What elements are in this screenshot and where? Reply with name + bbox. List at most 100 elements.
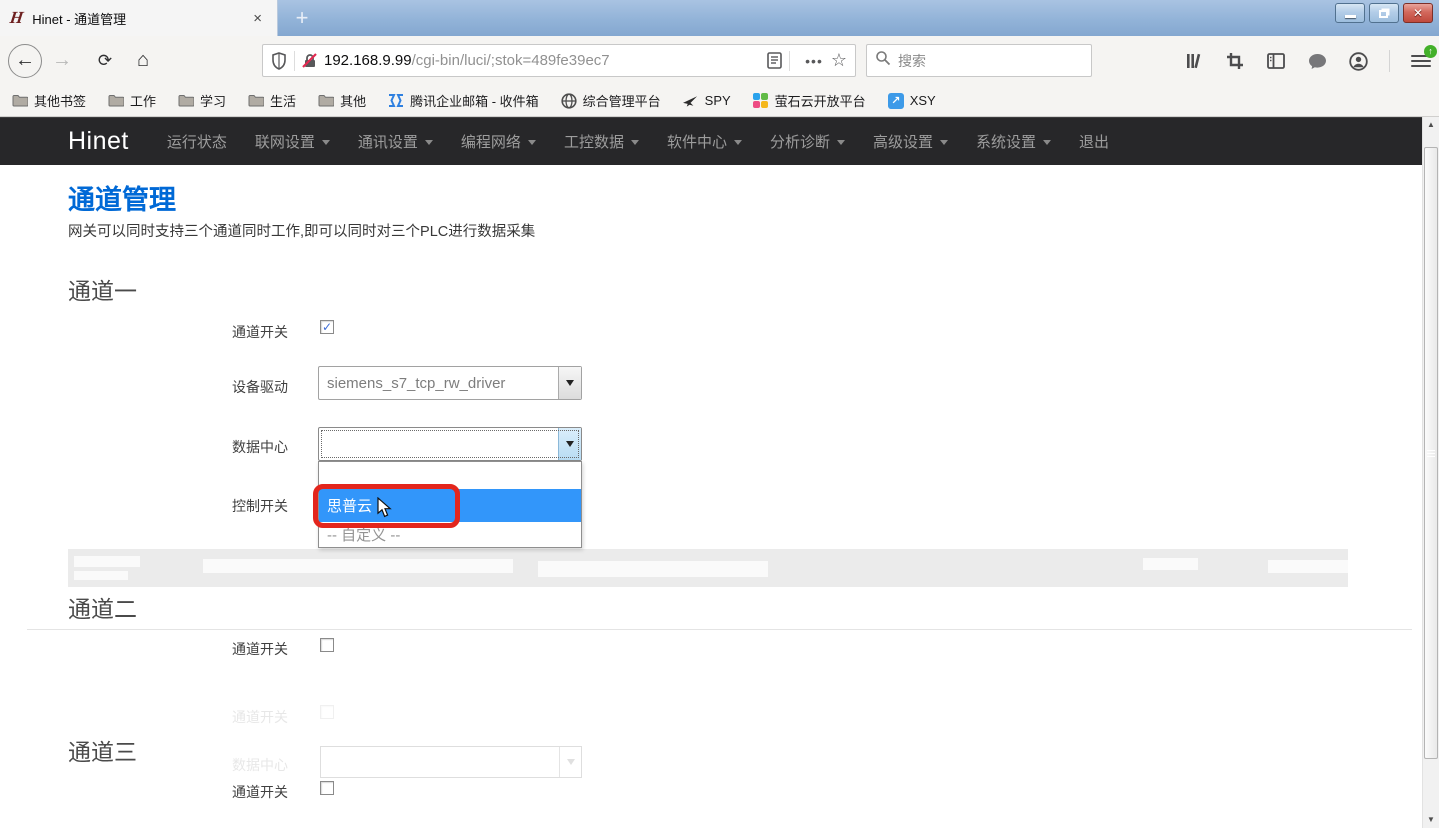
ghost-select — [320, 746, 582, 778]
bookmark-spy[interactable]: SPY — [683, 93, 731, 109]
page-subtitle: 网关可以同时支持三个通道同时工作,即可以同时对三个PLC进行数据采集 — [68, 220, 535, 241]
search-icon — [875, 50, 891, 71]
page-title: 通道管理 — [68, 178, 176, 217]
bookmarks-bar: 其他书签 工作 学习 生活 其他 腾讯企业邮箱 - 收件箱 综合管理平台 SP — [0, 85, 1439, 117]
channel2-heading: 通道二 — [68, 590, 137, 624]
channel3-switch-checkbox[interactable] — [320, 781, 334, 795]
home-button[interactable]: ⌂ — [128, 44, 158, 78]
insecure-lock-icon[interactable] — [302, 53, 318, 69]
channel1-switch-checkbox[interactable]: ✓ — [320, 320, 334, 334]
nav-item-logout[interactable]: 退出 — [1079, 131, 1109, 152]
nav-item-advanced-settings[interactable]: 高级设置 — [873, 131, 948, 152]
sidebar-icon[interactable] — [1266, 51, 1286, 71]
bookmark-folder-misc[interactable]: 其他 — [318, 91, 366, 110]
site-navbar: Hinet 运行状态 联网设置 通讯设置 编程网络 工控数据 软件中心 分析诊断… — [0, 117, 1422, 165]
brand-logo[interactable]: Hinet — [68, 127, 129, 156]
channel1-control-label: 控制开关 — [232, 496, 292, 516]
bookmark-folder-life[interactable]: 生活 — [248, 91, 296, 110]
driver-select-value: siemens_s7_tcp_rw_driver — [319, 375, 558, 392]
channel2-switch-label: 通道开关 — [232, 639, 292, 659]
chevron-down-icon — [734, 140, 742, 145]
menu-icon[interactable]: ↑ — [1411, 51, 1431, 71]
library-icon[interactable] — [1184, 51, 1204, 71]
nav-item-run-status[interactable]: 运行状态 — [167, 131, 227, 152]
bookmark-ezviz[interactable]: 萤石云开放平台 — [753, 91, 866, 110]
nav-item-industrial-data[interactable]: 工控数据 — [564, 131, 639, 152]
channel3-switch-label: 通道开关 — [232, 782, 292, 802]
nav-item-comm-settings[interactable]: 通讯设置 — [358, 131, 433, 152]
url-path: /cgi-bin/luci/;stok=489fe39ec7 — [412, 52, 610, 69]
account-icon[interactable] — [1348, 51, 1368, 71]
browser-tab[interactable]: H Hinet - 通道管理 × — [0, 0, 278, 36]
screenshot-icon[interactable] — [1225, 51, 1245, 71]
select-arrow-icon[interactable] — [558, 428, 581, 460]
channel1-heading: 通道一 — [68, 272, 137, 306]
forward-button[interactable]: → — [48, 44, 76, 78]
reload-button[interactable]: ⟳ — [90, 44, 120, 78]
new-tab-button[interactable]: + — [286, 5, 318, 33]
url-text[interactable]: 192.168.9.99/cgi-bin/luci/;stok=489fe39e… — [324, 52, 767, 69]
bookmark-folder-study[interactable]: 学习 — [178, 91, 226, 110]
titlebar: H Hinet - 通道管理 × + ✕ — [0, 0, 1439, 36]
hinet-favicon-icon: H — [9, 8, 25, 28]
scroll-up-icon[interactable]: ▲ — [1423, 117, 1439, 133]
nav-item-software-center[interactable]: 软件中心 — [667, 131, 742, 152]
bookmark-folder-other-bookmarks[interactable]: 其他书签 — [12, 91, 86, 110]
mouse-cursor-icon — [377, 497, 393, 523]
restore-button[interactable] — [1369, 3, 1399, 23]
ghost-label: 数据中心 — [232, 755, 292, 775]
channel1-datacenter-select[interactable] — [318, 427, 582, 461]
nav-item-programming-network[interactable]: 编程网络 — [461, 131, 536, 152]
ghost-label: 通道开关 — [232, 707, 292, 727]
bookmark-tencent-mail[interactable]: 腾讯企业邮箱 - 收件箱 — [388, 91, 539, 110]
channel1-driver-select[interactable]: siemens_s7_tcp_rw_driver — [318, 366, 582, 400]
bookmark-star-icon[interactable]: ☆ — [831, 50, 847, 71]
address-bar[interactable]: 192.168.9.99/cgi-bin/luci/;stok=489fe39e… — [262, 44, 856, 77]
search-bar[interactable] — [866, 44, 1092, 77]
folder-icon — [12, 93, 28, 109]
browser-toolbar: ← → ⟳ ⌂ 192.168.9.99/cgi-bin/luci/;stok=… — [0, 36, 1439, 85]
close-button[interactable]: ✕ — [1403, 3, 1433, 23]
window-controls: ✕ — [1335, 3, 1433, 23]
browser-window: H Hinet - 通道管理 × + ✕ ← → ⟳ ⌂ 192.168.9.9… — [0, 0, 1439, 828]
url-host: 192.168.9.99 — [324, 52, 412, 69]
scroll-down-icon[interactable]: ▼ — [1423, 812, 1439, 828]
tab-title: Hinet - 通道管理 — [32, 9, 248, 28]
select-arrow-icon[interactable] — [558, 367, 581, 399]
channel3-heading: 通道三 — [68, 733, 137, 767]
chevron-down-icon — [528, 140, 536, 145]
minimize-button[interactable] — [1335, 3, 1365, 23]
nav-item-diagnostics[interactable]: 分析诊断 — [770, 131, 845, 152]
nav-item-network-settings[interactable]: 联网设置 — [255, 131, 330, 152]
back-button[interactable]: ← — [8, 44, 42, 78]
nav-item-system-settings[interactable]: 系统设置 — [976, 131, 1051, 152]
arrow-square-icon: ↗ — [888, 93, 904, 109]
shield-icon[interactable] — [271, 52, 287, 70]
channel2-switch-checkbox[interactable] — [320, 638, 334, 652]
chevron-down-icon — [837, 140, 845, 145]
ghost-checkbox — [320, 705, 334, 719]
tencent-mail-icon — [388, 93, 404, 109]
bookmark-folder-work[interactable]: 工作 — [108, 91, 156, 110]
folder-icon — [248, 93, 264, 109]
chevron-down-icon — [322, 140, 330, 145]
page-scrollbar[interactable]: ▲ ▼ — [1422, 117, 1439, 828]
toolbar-right-icons: ↑ — [1184, 44, 1431, 78]
channel1-driver-label: 设备驱动 — [232, 377, 292, 397]
search-input[interactable] — [898, 53, 1068, 69]
chevron-down-icon — [631, 140, 639, 145]
tab-close-icon[interactable]: × — [248, 8, 267, 29]
stale-render-band — [68, 549, 1348, 587]
jet-icon — [683, 93, 699, 109]
messenger-icon[interactable] — [1307, 51, 1327, 71]
update-badge-icon: ↑ — [1424, 45, 1437, 58]
chevron-down-icon — [1043, 140, 1051, 145]
page-actions-icon[interactable]: ••• — [805, 53, 823, 69]
globe-icon — [561, 93, 577, 109]
bookmark-mgmt-platform[interactable]: 综合管理平台 — [561, 91, 661, 110]
reader-mode-icon[interactable] — [767, 52, 782, 69]
bookmark-xsy[interactable]: ↗ XSY — [888, 93, 936, 109]
channel1-datacenter-label: 数据中心 — [232, 437, 292, 457]
chevron-down-icon — [425, 140, 433, 145]
scrollbar-thumb[interactable] — [1424, 147, 1438, 759]
